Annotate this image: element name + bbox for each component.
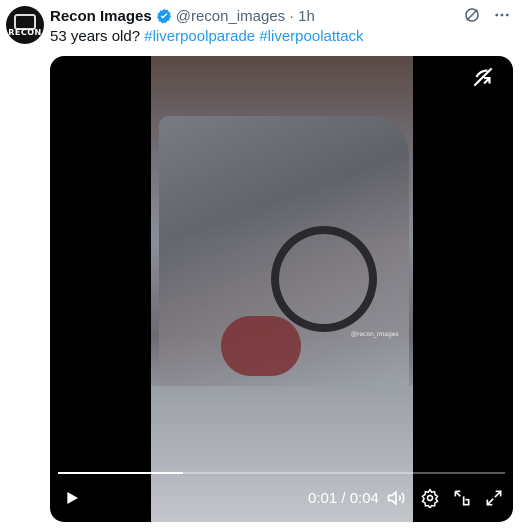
hashtag-link[interactable]: #liverpoolattack <box>259 28 363 45</box>
volume-button[interactable] <box>386 488 406 508</box>
author-handle[interactable]: @recon_images <box>176 8 285 25</box>
video-progress-bar[interactable] <box>58 472 505 474</box>
video-player[interactable]: @recon_images 0:01 / 0:04 <box>50 56 513 522</box>
separator-dot: · <box>289 7 295 25</box>
volume-icon <box>387 490 405 506</box>
avatar-logo-text: RECON <box>8 28 42 37</box>
video-progress-fill <box>58 472 184 474</box>
more-icon[interactable] <box>493 6 511 24</box>
verified-badge-icon[interactable] <box>156 8 172 24</box>
tweet-text: 53 years old? #liverpoolparade #liverpoo… <box>50 27 364 47</box>
play-button[interactable] <box>64 490 80 506</box>
exit-fullscreen-button[interactable] <box>459 60 507 94</box>
timestamp[interactable]: 1h <box>298 8 315 25</box>
exit-fullscreen-icon <box>473 67 493 87</box>
tweet-actions-top <box>463 6 511 24</box>
dock-button[interactable] <box>452 488 472 508</box>
dock-icon <box>454 490 470 506</box>
red-clothing <box>221 316 301 376</box>
play-icon <box>67 492 78 504</box>
author-name[interactable]: Recon Images <box>50 8 152 25</box>
tweet-text-plain: 53 years old? <box>50 28 145 45</box>
fullscreen-button[interactable] <box>484 488 504 508</box>
settings-button[interactable] <box>420 488 440 510</box>
avatar[interactable]: RECON <box>6 6 44 44</box>
fullscreen-icon <box>486 490 502 506</box>
grok-icon[interactable] <box>463 6 481 24</box>
steering-wheel <box>271 226 377 332</box>
hashtag-link[interactable]: #liverpoolparade <box>144 28 255 45</box>
video-frame: @recon_images <box>151 56 413 522</box>
video-time-readout: 0:01 / 0:04 <box>308 490 379 507</box>
tweet-header: Recon Images @recon_images · 1h <box>50 6 315 26</box>
settings-icon <box>421 488 439 510</box>
video-controls: 0:01 / 0:04 <box>50 476 513 522</box>
video-watermark: @recon_images <box>351 331 399 338</box>
